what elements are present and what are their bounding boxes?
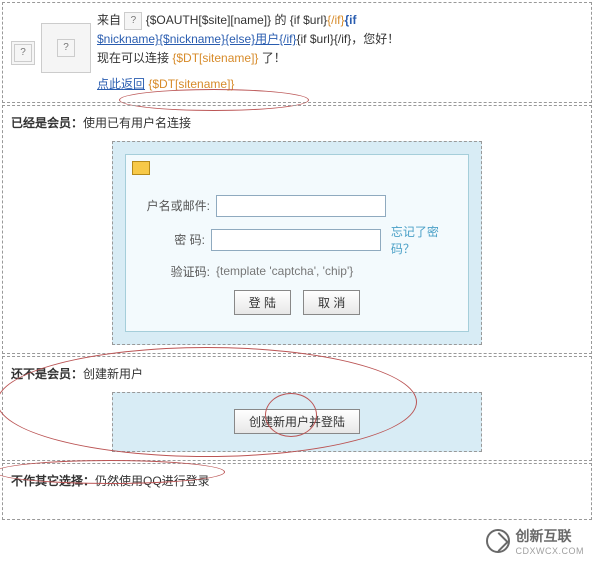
broken-image-icon: ? [14, 44, 32, 62]
endif-token: {/if} [327, 13, 344, 27]
dt-sitename: {$DT[sitename]} [172, 51, 258, 65]
avatar-placeholder-small: ? [11, 41, 35, 65]
return-link[interactable]: 点此返回 {$DT[sitename]} [97, 75, 234, 94]
watermark-cn: 创新互联 [516, 528, 572, 544]
watermark: 创新互联 CDXWCX.COM [486, 526, 585, 556]
watermark-logo-icon [486, 529, 510, 553]
watermark-en: CDXWCX.COM [516, 546, 585, 556]
password-label: 密 码: [136, 231, 211, 248]
folder-icon [132, 161, 150, 175]
oauth-welcome-section: ? ? 来自 ? {$OAUTH[$site][name]} 的 {if $ur… [2, 2, 592, 103]
forgot-password-link[interactable]: 忘记了密码？ [391, 223, 458, 257]
password-input[interactable] [211, 229, 381, 251]
existing-member-title: 已经是会员：使用已有用户名连接 [11, 114, 583, 131]
verify-label: 验证码: [136, 263, 216, 280]
cancel-button[interactable]: 取 消 [303, 290, 360, 315]
broken-image-icon: ? [57, 39, 75, 57]
create-user-box: 创建新用户并登陆 [112, 392, 482, 452]
return-prefix: 点此返回 [97, 77, 145, 91]
oauth-site-var: {$OAUTH[$site][name]} [146, 13, 271, 27]
return-var: {$DT[sitename]} [148, 77, 234, 91]
nickname-link[interactable]: $nickname}{$nickname}{else}用户{/if} [97, 32, 297, 46]
create-user-button[interactable]: 创建新用户并登陆 [234, 409, 360, 434]
endif-2: {/if} [334, 32, 351, 46]
username-label: 户名或邮件: [136, 197, 216, 214]
le-text: 了！ [262, 51, 286, 65]
hello-text: ，您好！ [351, 32, 399, 46]
existing-member-section: 已经是会员：使用已有用户名连接 户名或邮件: 密 码: 忘记了密码？ 验证码: … [2, 105, 592, 354]
new-member-section: 还不是会员：创建新用户 创建新用户并登陆 [2, 356, 592, 461]
username-input[interactable] [216, 195, 386, 217]
if-url-open: {if $url} [290, 13, 327, 27]
qq-login-title: 不作其它选择：仍然使用QQ进行登录 [11, 472, 583, 489]
broken-image-icon: ? [124, 12, 142, 30]
from-label: 来自 [97, 13, 121, 27]
if-url-2: {if $url} [297, 32, 334, 46]
new-member-title: 还不是会员：创建新用户 [11, 365, 583, 382]
of-label: 的 [274, 13, 289, 27]
captcha-template: {template 'captcha', 'chip'} [216, 264, 353, 278]
qq-login-section: 不作其它选择：仍然使用QQ进行登录 [2, 463, 592, 520]
avatar-placeholder-large: ? [41, 23, 91, 73]
welcome-text-block: 来自 ? {$OAUTH[$site][name]} 的 {if $url}{/… [97, 11, 583, 94]
login-form: 户名或邮件: 密 码: 忘记了密码？ 验证码: {template 'captc… [125, 154, 469, 332]
if-token: {if [345, 13, 357, 27]
login-box: 户名或邮件: 密 码: 忘记了密码？ 验证码: {template 'captc… [112, 141, 482, 345]
now-connect-text: 现在可以连接 [97, 51, 169, 65]
login-button[interactable]: 登 陆 [234, 290, 291, 315]
